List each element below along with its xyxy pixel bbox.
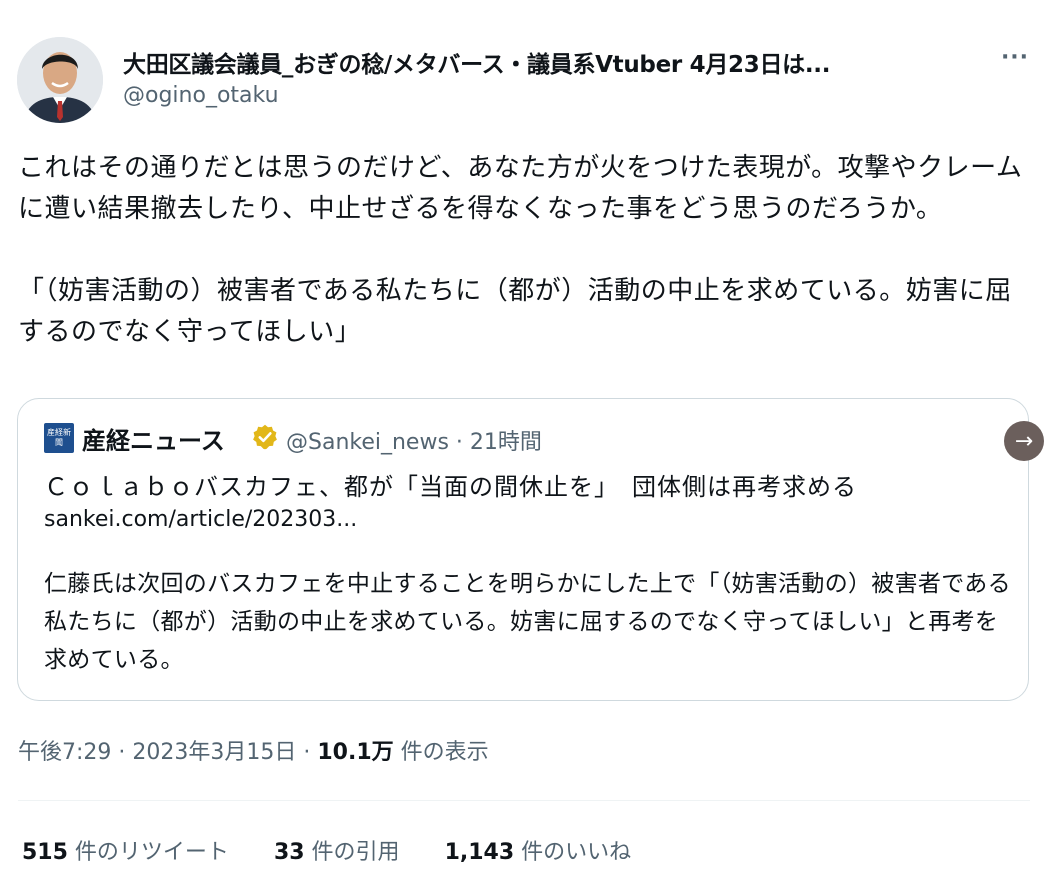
arrow-right-icon: →	[1014, 428, 1034, 454]
more-options-button[interactable]: ···	[998, 46, 1032, 76]
quote-title: Ｃｏｌａｂｏバスカフェ、都が「当面の間休止を」 団体側は再考求める	[44, 473, 857, 501]
author-avatar[interactable]	[17, 37, 103, 123]
avatar-portrait-icon	[17, 37, 103, 123]
quote-excerpt: 仁藤氏は次回のバスカフェを中止することを明らかにした上で「（妨害活動の）被害者で…	[44, 571, 1011, 673]
divider	[18, 800, 1030, 801]
quote-source-name: 産経ニュース	[82, 427, 225, 455]
likes-label: 件のいいね	[514, 840, 632, 865]
quotes-stat[interactable]: 33 件の引用	[274, 834, 400, 866]
engagement-stats: 515 件のリツイート 33 件の引用 1,143 件のいいね	[22, 834, 669, 866]
quotes-count: 33	[273, 840, 305, 865]
quotes-label: 件の引用	[304, 840, 400, 865]
quoted-tweet-card[interactable]: 産経新聞 産経ニュース @Sankei_news · 21時間 Ｃｏｌａｂｏバス…	[17, 398, 1029, 701]
retweets-label: 件のリツイート	[67, 840, 229, 865]
tweet-text: これはその通りだとは思うのだけど、あなた方が火をつけた表現が。攻撃やクレームに遭…	[18, 153, 1023, 347]
retweets-count: 515	[22, 840, 68, 865]
tweet-meta: 午後7:29 · 2023年3月15日 · 10.1万 件の表示	[18, 734, 489, 766]
likes-stat[interactable]: 1,143 件のいいね	[445, 834, 632, 866]
likes-count: 1,143	[444, 840, 515, 865]
quote-source-handle: @Sankei_news · 21時間	[286, 430, 542, 455]
retweets-stat[interactable]: 515 件のリツイート	[22, 834, 229, 866]
author-display-name[interactable]: 大田区議会議員_おぎの稔/メタバース・議員系Vtuber 4月23日は...	[123, 45, 830, 79]
tweet-timestamp[interactable]: 午後7:29 · 2023年3月15日 ·	[18, 740, 317, 765]
sankei-logo-icon: 産経新聞	[44, 423, 74, 453]
verified-badge-icon	[253, 424, 277, 450]
quote-link[interactable]: sankei.com/article/202303...	[44, 507, 357, 532]
views-count: 10.1万	[317, 740, 394, 765]
views-label: 件の表示	[393, 740, 489, 765]
next-arrow-button[interactable]: →	[1004, 421, 1044, 461]
author-handle[interactable]: @ogino_otaku	[123, 83, 279, 108]
